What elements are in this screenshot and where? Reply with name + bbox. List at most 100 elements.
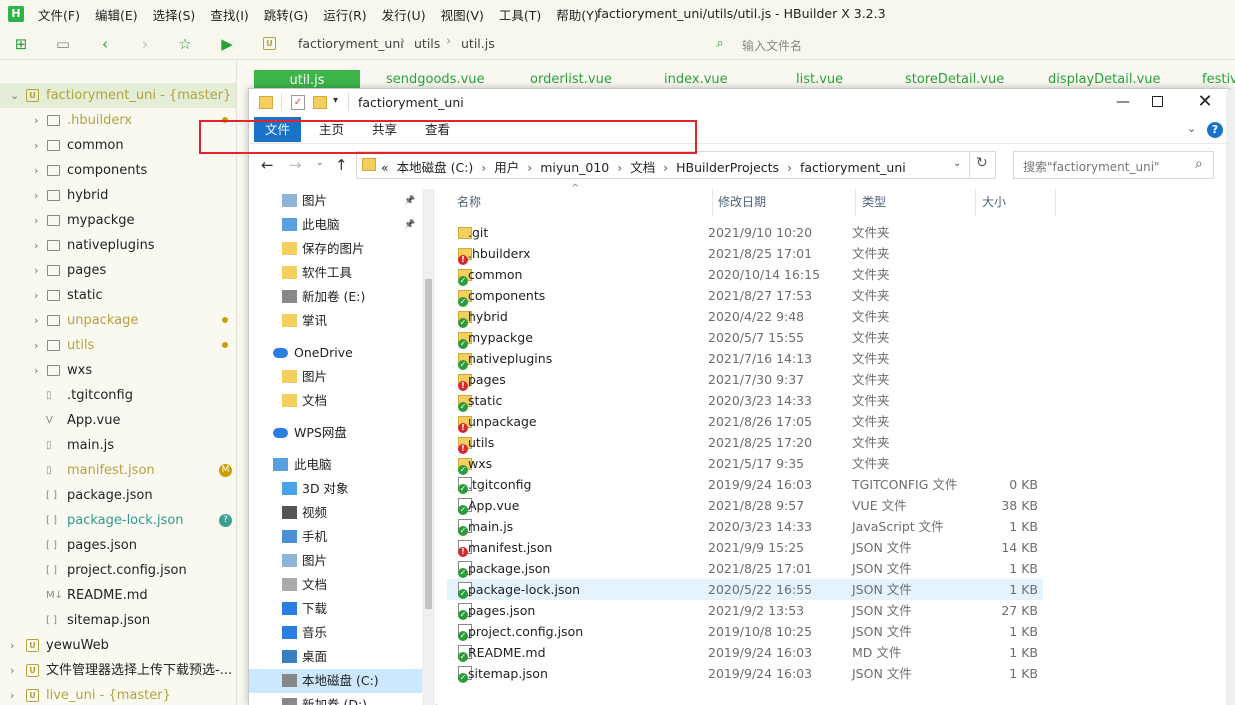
chevron-right-icon[interactable]: › [34, 333, 38, 358]
recent-dropdown-icon[interactable]: ⌄ [316, 158, 324, 168]
menu-item[interactable]: 选择(S) [153, 5, 196, 24]
file-item[interactable]: [ ] sitemap.json [0, 608, 236, 633]
address-segment[interactable]: miyun_010 [540, 160, 609, 175]
breadcrumb-folder[interactable]: utils [414, 36, 440, 51]
nav-item[interactable]: 下载 [249, 597, 422, 621]
nav-item[interactable]: 桌面 [249, 645, 422, 669]
save-icon[interactable]: ▭ [54, 35, 72, 53]
nav-item[interactable]: OneDrive [249, 341, 422, 365]
editor-tab[interactable]: orderlist.vue [530, 72, 612, 87]
editor-scrollbar[interactable] [1226, 90, 1235, 705]
back-arrow-icon[interactable]: ← [261, 156, 274, 174]
column-divider[interactable] [855, 189, 856, 215]
file-row[interactable]: ✓ pages.json 2021/9/2 13:53 JSON 文件 27 KB [447, 600, 1043, 621]
file-row[interactable]: ✓ wxs 2021/5/17 9:35 文件夹 [447, 453, 1043, 475]
nav-item[interactable]: 新加卷 (E:) [249, 285, 422, 309]
editor-tab-active[interactable]: util.js [254, 70, 360, 90]
pin-icon[interactable]: 📌 [404, 189, 415, 213]
file-item[interactable]: ▯ .tgitconfig [0, 383, 236, 408]
chevron-right-icon[interactable]: › [34, 258, 38, 283]
folder-item[interactable]: › static [0, 283, 236, 308]
editor-tab[interactable]: displayDetail.vue [1048, 72, 1161, 87]
address-chevron-icon[interactable]: › [523, 160, 536, 175]
back-icon[interactable]: ‹ [96, 35, 114, 53]
chevron-right-icon[interactable]: › [34, 233, 38, 258]
new-file-icon[interactable]: ⊞ [12, 35, 30, 53]
file-row[interactable]: ✓ mypackge 2020/5/7 15:55 文件夹 [447, 327, 1043, 349]
folder-item[interactable]: › nativeplugins [0, 233, 236, 258]
project-item[interactable]: ⌄ Ufactioryment_uni - {master} [0, 83, 236, 108]
forward-icon[interactable]: › [136, 35, 154, 53]
file-row[interactable]: ✓ .tgitconfig 2019/9/24 16:03 TGITCONFIG 文件… [447, 474, 1043, 495]
nav-item[interactable]: 文档 [249, 573, 422, 597]
file-search-input[interactable]: 输入文件名 [742, 37, 802, 54]
file-row[interactable]: ✓ common 2020/10/14 16:15 文件夹 [447, 264, 1043, 286]
menu-item[interactable]: 运行(R) [323, 5, 366, 24]
help-icon[interactable]: ? [1207, 122, 1223, 138]
nav-item[interactable]: 本地磁盘 (C:) [249, 669, 422, 693]
pin-icon[interactable]: 📌 [404, 213, 415, 237]
column-header-date[interactable]: 修改日期 [718, 193, 766, 210]
chevron-right-icon[interactable]: › [10, 683, 14, 705]
chevron-right-icon[interactable]: › [34, 158, 38, 183]
breadcrumb-project[interactable]: factioryment_uni [298, 36, 404, 51]
menu-item[interactable]: 编辑(E) [95, 5, 138, 24]
nav-item[interactable]: 视频 [249, 501, 422, 525]
file-item[interactable]: [ ] pages.json [0, 533, 236, 558]
project-item[interactable]: › UyewuWeb [0, 633, 236, 658]
file-row[interactable]: .git 2021/9/10 10:20 文件夹 [447, 222, 1043, 243]
breadcrumb-file[interactable]: util.js [461, 36, 495, 51]
column-header-size[interactable]: 大小 [982, 193, 1006, 210]
address-segment[interactable]: HBuilderProjects [676, 160, 779, 175]
file-item[interactable]: [ ] package.json [0, 483, 236, 508]
file-item[interactable]: [ ] package-lock.json? [0, 508, 236, 533]
nav-item[interactable]: 软件工具 [249, 261, 422, 285]
properties-icon[interactable]: ✓ [291, 95, 305, 110]
nav-item[interactable]: 手机 [249, 525, 422, 549]
search-input[interactable]: 搜索"factioryment_uni" [1023, 158, 1160, 175]
address-chevron-icon[interactable]: › [613, 160, 626, 175]
file-row[interactable]: ✓ components 2021/8/27 17:53 文件夹 [447, 285, 1043, 307]
nav-item[interactable]: 文档 [249, 389, 422, 413]
column-divider[interactable] [975, 189, 976, 215]
folder-item[interactable]: › mypackge [0, 208, 236, 233]
file-row[interactable]: ! manifest.json 2021/9/9 15:25 JSON 文件 14 KB [447, 537, 1043, 558]
editor-tab[interactable]: festiv [1202, 72, 1235, 87]
file-row[interactable]: ! unpackage 2021/8/26 17:05 文件夹 [447, 411, 1043, 433]
nav-item[interactable]: WPS网盘 [249, 421, 422, 445]
minimize-icon[interactable]: — [1108, 89, 1138, 115]
search-box[interactable]: 搜索"factioryment_uni" ⌕ [1013, 151, 1214, 179]
quick-access-dropdown-icon[interactable]: ▾ [333, 95, 338, 106]
file-row[interactable]: ✓ nativeplugins 2021/7/16 14:13 文件夹 [447, 348, 1043, 370]
chevron-right-icon[interactable]: › [10, 633, 14, 658]
address-segment[interactable]: 用户 [494, 160, 519, 175]
nav-item[interactable]: 图片 📌 [249, 189, 422, 213]
file-item[interactable]: V App.vue [0, 408, 236, 433]
folder-item[interactable]: › pages [0, 258, 236, 283]
column-divider[interactable] [1055, 189, 1056, 215]
folder-item[interactable]: › utils [0, 333, 236, 358]
file-row[interactable]: ✓ sitemap.json 2019/9/24 16:03 JSON 文件 1 KB [447, 663, 1043, 684]
nav-item[interactable]: 此电脑 [249, 453, 422, 477]
address-chevron-icon[interactable]: › [659, 160, 672, 175]
file-row[interactable]: ✓ package-lock.json 2020/5/22 16:55 JSON 文件… [447, 579, 1043, 600]
editor-tab[interactable]: list.vue [796, 72, 843, 87]
menu-item[interactable]: 跳转(G) [264, 5, 308, 24]
address-segment[interactable]: « [381, 160, 393, 175]
nav-item[interactable]: 图片 [249, 365, 422, 389]
address-chevron-icon[interactable]: › [783, 160, 796, 175]
favorite-star-icon[interactable]: ☆ [176, 35, 194, 53]
file-row[interactable]: ✓ README.md 2019/9/24 16:03 MD 文件 1 KB [447, 642, 1043, 663]
menu-item[interactable]: 查找(I) [210, 5, 248, 24]
address-bar[interactable]: « 本地磁盘 (C:) › 用户 › miyun_010 › 文档 › HBui… [356, 151, 996, 179]
file-item[interactable]: M↓ README.md [0, 583, 236, 608]
folder-item[interactable]: › hybrid [0, 183, 236, 208]
file-row[interactable]: ✓ App.vue 2021/8/28 9:57 VUE 文件 38 KB [447, 495, 1043, 516]
editor-tab[interactable]: index.vue [664, 72, 728, 87]
chevron-right-icon[interactable]: › [34, 208, 38, 233]
address-segment[interactable]: 文档 [630, 160, 655, 175]
project-item[interactable]: › U 文件管理器选择上传下载预选-... [0, 658, 236, 683]
address-chevron-icon[interactable]: › [477, 160, 490, 175]
chevron-right-icon[interactable]: › [34, 283, 38, 308]
nav-item[interactable]: 掌讯 [249, 309, 422, 333]
